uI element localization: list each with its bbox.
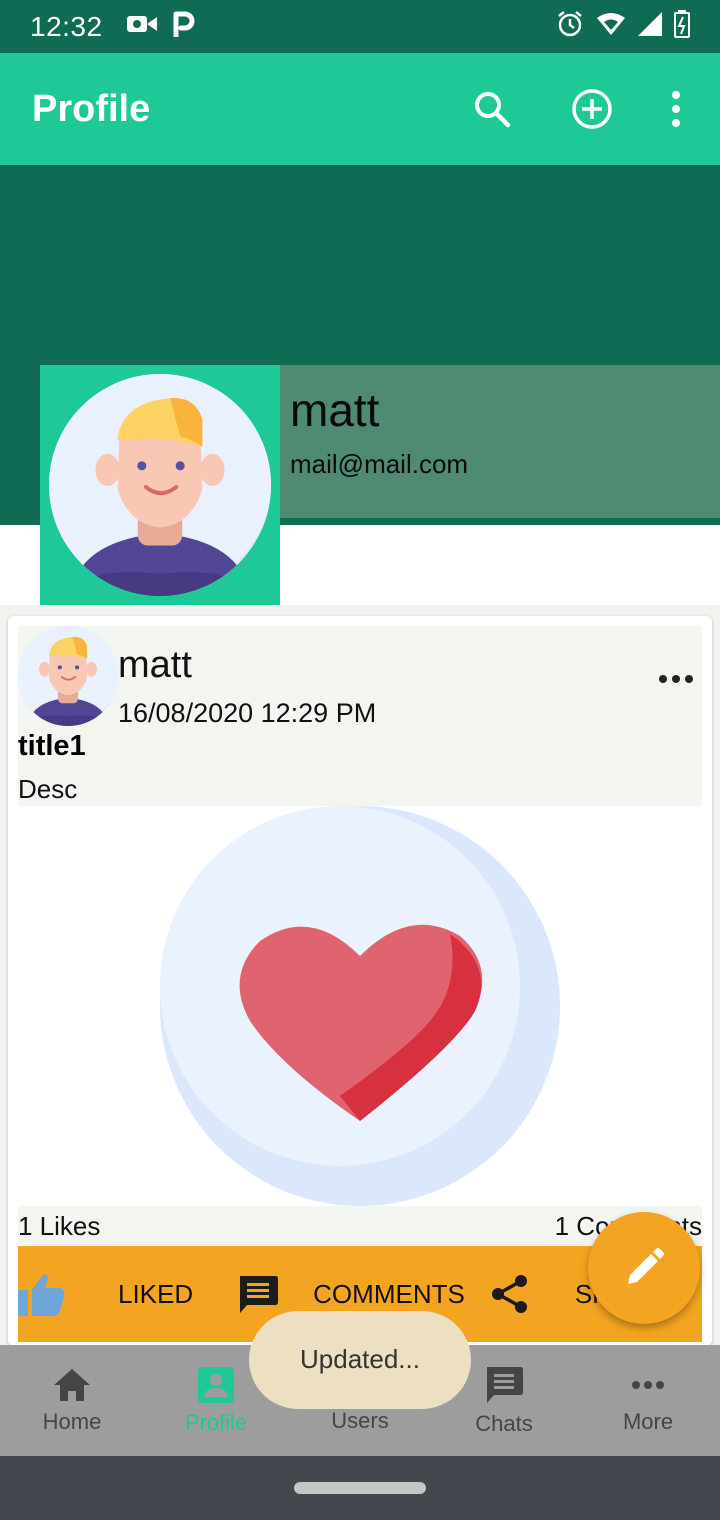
post-author-avatar[interactable] — [18, 626, 118, 726]
nav-label-chats: Chats — [475, 1410, 533, 1436]
nav-label-users: Users — [331, 1407, 389, 1433]
thumb-up-icon — [18, 1272, 66, 1316]
video-camera-icon — [126, 13, 157, 40]
likes-count[interactable]: 1 Likes — [18, 1211, 100, 1242]
profile-email: mail@mail.com — [290, 449, 469, 479]
add-circle-icon — [572, 89, 612, 129]
app-bar-actions — [464, 81, 688, 137]
comment-label: COMMENTS — [313, 1278, 465, 1309]
post-options-button[interactable] — [658, 672, 694, 690]
share-icon — [491, 1274, 529, 1314]
nav-item-home[interactable]: Home — [0, 1345, 144, 1456]
avatar — [49, 374, 271, 596]
profile-icon — [198, 1366, 234, 1403]
more-horiz-icon — [659, 675, 693, 683]
wifi-icon — [596, 12, 626, 41]
comment-icon — [237, 1274, 279, 1314]
post-header: matt 16/08/2020 12:29 PM title1 Desc — [18, 626, 702, 806]
page-title: Profile — [32, 87, 151, 130]
edit-pencil-icon — [628, 1248, 664, 1284]
more-icon — [632, 1380, 664, 1389]
home-icon — [54, 1368, 90, 1401]
like-label: LIKED — [118, 1278, 194, 1309]
comment-button[interactable]: COMMENTS — [237, 1274, 465, 1314]
search-icon — [475, 92, 511, 128]
overflow-menu-button[interactable] — [664, 81, 688, 137]
nav-item-more[interactable]: More — [576, 1345, 720, 1456]
status-right-icons — [556, 10, 690, 43]
add-post-button[interactable] — [564, 81, 620, 137]
profile-avatar-container[interactable] — [40, 365, 280, 605]
post-image-heart[interactable] — [160, 806, 560, 1206]
alarm-icon — [556, 10, 584, 43]
cell-signal-icon — [638, 12, 662, 41]
chat-icon — [487, 1366, 523, 1403]
nav-label-profile: Profile — [184, 1409, 248, 1435]
post-author-name[interactable]: matt — [118, 644, 192, 687]
nav-label-home: Home — [42, 1408, 102, 1434]
post-description: Desc — [18, 774, 78, 804]
battery-icon — [674, 10, 690, 43]
post-timestamp: 16/08/2020 12:29 PM — [118, 698, 377, 728]
app-bar: Profile — [0, 53, 720, 165]
system-navigation-bar — [0, 1456, 720, 1520]
toast-message: Updated... — [249, 1311, 471, 1409]
profile-info-panel: matt mail@mail.com — [280, 365, 720, 518]
status-bar: 12:32 — [0, 0, 720, 53]
parking-app-icon — [173, 11, 195, 42]
edit-fab-button[interactable] — [588, 1212, 700, 1324]
status-time: 12:32 — [30, 10, 103, 42]
search-button[interactable] — [464, 81, 520, 137]
profile-name: matt — [290, 384, 380, 436]
nav-label-more: More — [622, 1408, 674, 1434]
home-gesture-handle[interactable] — [294, 1482, 426, 1494]
post-title: title1 — [18, 730, 86, 762]
like-button[interactable]: LIKED — [18, 1272, 193, 1316]
status-left-icons — [126, 11, 195, 42]
more-vert-icon — [672, 91, 680, 127]
